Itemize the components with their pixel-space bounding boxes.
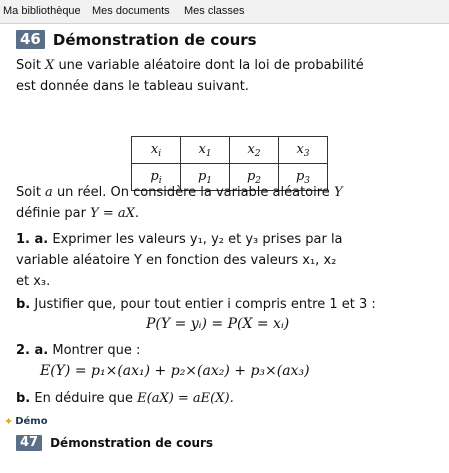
intro-line-2: est donnée dans le tableau suivant. [16, 79, 249, 94]
table-cell: x2 [229, 136, 279, 164]
question-2a: 2. a. Montrer que : [16, 340, 446, 361]
top-tab-bar: Ma bibliothèque Mes documents Mes classe… [0, 0, 449, 24]
question-1b: b. Justifier que, pour tout entier i com… [16, 294, 446, 315]
tab-ma-bibliotheque[interactable]: Ma bibliothèque [3, 5, 81, 17]
question-1a-line-3: et x₃. [16, 274, 51, 289]
intro-paragraph: Soit X une variable aléatoire dont la lo… [16, 55, 446, 97]
variable-definition: Soit a un réel. On considère la variable… [16, 182, 446, 224]
formula-probability-equality: P(Y = yᵢ) = P(X = xᵢ) [146, 316, 290, 332]
question-2a-line-1: 2. a. Montrer que : [16, 343, 141, 358]
formula-expectation-y: E(Y) = p₁×(ax₁) + p₂×(ax₂) + p₃×(ax₃) [40, 363, 310, 379]
star-icon: ✦ [4, 415, 14, 428]
next-section-number-badge: 47 [16, 435, 43, 451]
question-1b-line-1: b. Justifier que, pour tout entier i com… [16, 297, 376, 312]
question-2b: b. En déduire que E(aX) = aE(X). [16, 388, 446, 409]
definition-line-1: Soit a un réel. On considère la variable… [16, 185, 343, 200]
table-cell: x1 [180, 136, 230, 164]
section-title: Démonstration de cours [52, 30, 257, 49]
table-cell: x3 [278, 136, 328, 164]
table-cell: xi [131, 136, 181, 164]
question-2b-line-1: b. En déduire que E(aX) = aE(X). [16, 391, 234, 406]
tab-mes-classes[interactable]: Mes classes [184, 5, 245, 17]
question-1a-line-2: variable aléatoire Y en fonction des val… [16, 253, 337, 268]
question-1a: 1. a. Exprimer les valeurs y₁, y₂ et y₃ … [16, 229, 446, 292]
demo-tag-label: Démo [15, 416, 48, 427]
table-row-values: xi x1 x2 x3 [131, 136, 328, 164]
section-heading: 46 Démonstration de cours [16, 30, 257, 49]
definition-line-2: définie par Y = aX. [16, 206, 140, 221]
next-section-heading: 47 Démonstration de cours [16, 435, 213, 451]
tab-mes-documents[interactable]: Mes documents [92, 5, 170, 17]
question-1a-line-1: 1. a. Exprimer les valeurs y₁, y₂ et y₃ … [16, 232, 343, 247]
next-section-title: Démonstration de cours [50, 436, 214, 450]
intro-line-1: Soit X une variable aléatoire dont la lo… [16, 58, 364, 73]
demo-tag[interactable]: ✦ Démo [4, 415, 48, 428]
section-number-badge: 46 [16, 30, 45, 49]
